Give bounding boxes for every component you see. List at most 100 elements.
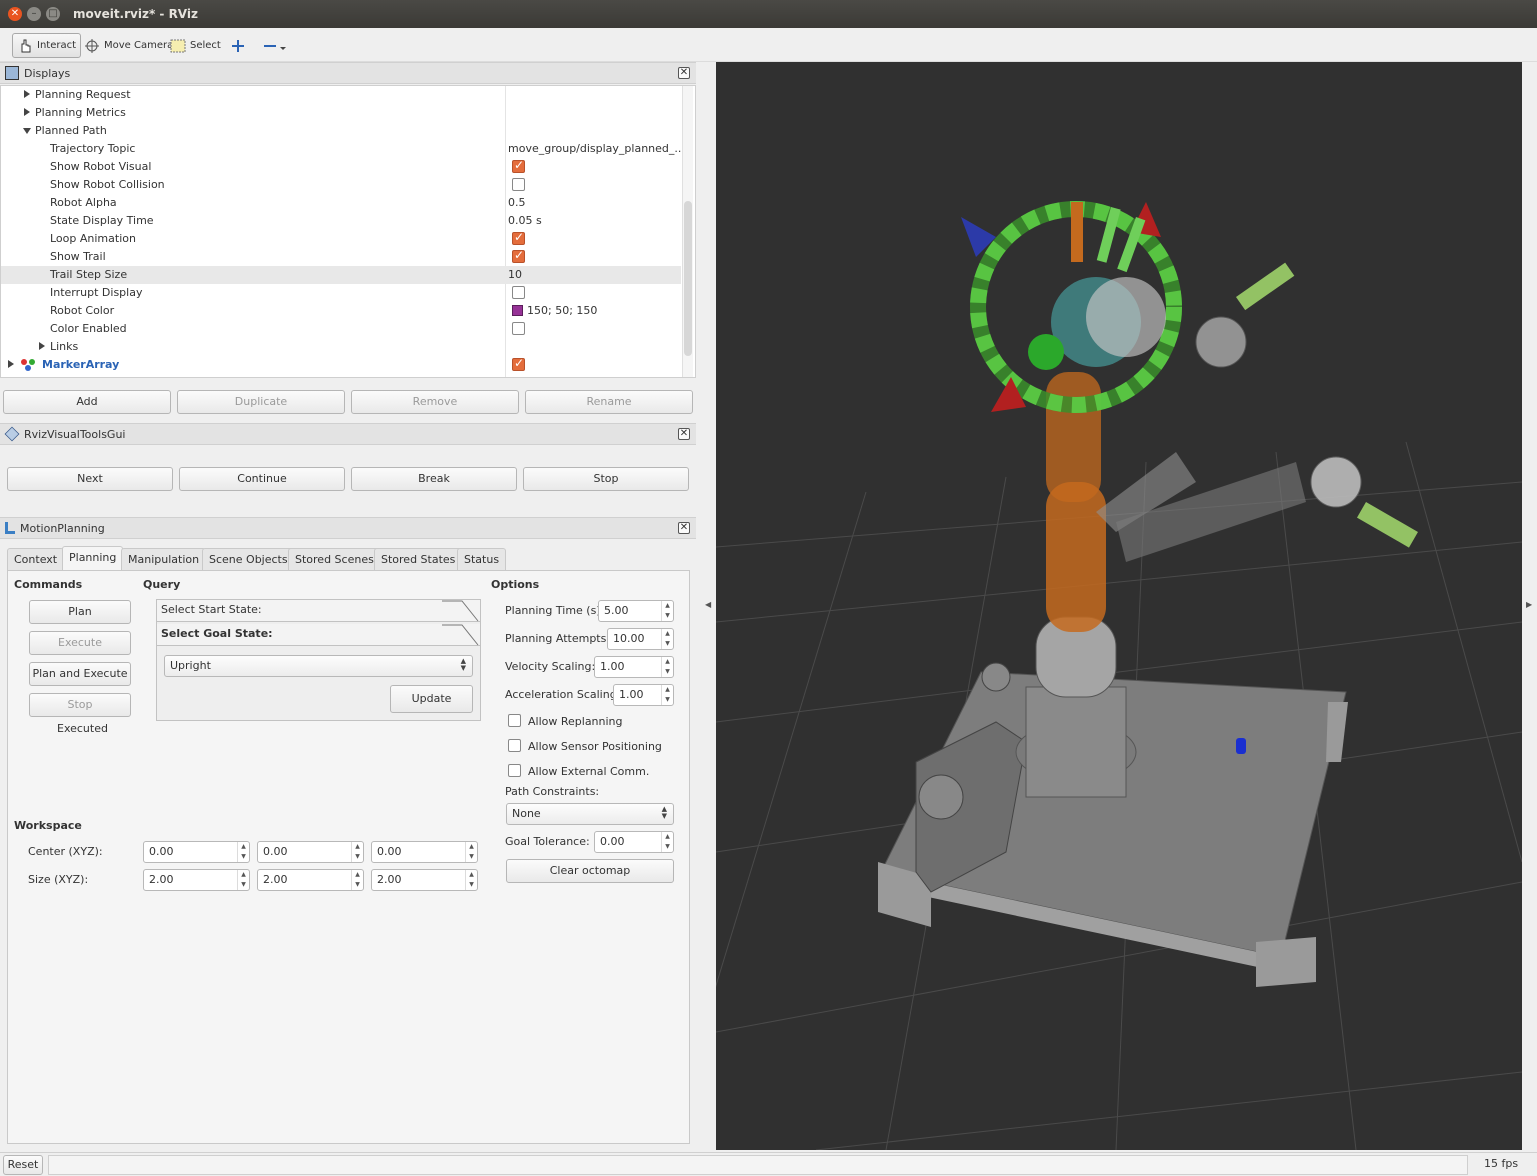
maximize-window-icon[interactable]: □ — [46, 7, 60, 21]
spin-arrows-icon[interactable]: ▲ ▼ — [661, 601, 673, 621]
color-swatch[interactable] — [512, 305, 523, 316]
goal-state-select[interactable]: Upright ▲ ▼ — [164, 655, 473, 677]
start-state-section[interactable]: Select Start State: — [157, 600, 480, 622]
interrupt-display-checkbox[interactable] — [512, 286, 525, 299]
center-x-spinbox[interactable]: 0.00 ▲ ▼ — [143, 841, 250, 863]
tab-scene-objects[interactable]: Scene Objects — [202, 548, 295, 570]
allow-sensor-positioning-checkbox[interactable] — [508, 739, 521, 752]
loop-animation-checkbox[interactable] — [512, 230, 525, 245]
tree-row-trajectory-topic[interactable]: Trajectory Topic move_group/display_plan… — [1, 140, 685, 158]
tree-row-planning-metrics[interactable]: Planning Metrics — [1, 104, 681, 122]
spin-arrows-icon[interactable]: ▲ ▼ — [661, 685, 673, 705]
tree-row-robot-alpha[interactable]: Robot Alpha 0.5 — [1, 194, 681, 212]
trail-step-size-value[interactable]: 10 — [508, 268, 522, 281]
tree-row-robot-color[interactable]: Robot Color 150; 50; 150 — [1, 302, 681, 320]
expand-arrow-icon[interactable] — [24, 90, 30, 98]
center-y-spinbox[interactable]: 0.00 ▲ ▼ — [257, 841, 364, 863]
reset-button[interactable]: Reset — [3, 1155, 43, 1175]
expand-arrow-icon[interactable] — [24, 108, 30, 116]
scrollbar-thumb[interactable] — [684, 201, 692, 356]
spin-arrows-icon[interactable]: ▲ ▼ — [465, 870, 477, 890]
stop-rvt-button[interactable]: Stop — [523, 467, 689, 491]
stop-button[interactable]: Stop — [29, 693, 131, 717]
add-display-button[interactable]: Add — [3, 390, 171, 414]
close-icon[interactable]: ✕ — [678, 522, 690, 534]
remove-display-button[interactable]: Remove — [351, 390, 519, 414]
spin-arrows-icon[interactable]: ▲ ▼ — [661, 629, 673, 649]
move-camera-tool-button[interactable]: Move Camera — [80, 33, 177, 58]
trajectory-topic-value[interactable]: move_group/display_planned_... — [508, 142, 685, 155]
show-robot-collision-checkbox[interactable] — [512, 178, 525, 191]
spin-arrows-icon[interactable]: ▲ ▼ — [351, 870, 363, 890]
tab-stored-scenes[interactable]: Stored Scenes — [288, 548, 381, 570]
goal-tolerance-spinbox[interactable]: 0.00 ▲ ▼ — [594, 831, 674, 853]
tab-planning[interactable]: Planning — [62, 546, 124, 571]
close-window-icon[interactable]: ✕ — [8, 7, 22, 21]
center-z-spinbox[interactable]: 0.00 ▲ ▼ — [371, 841, 478, 863]
color-enabled-checkbox[interactable] — [512, 322, 525, 335]
size-z-spinbox[interactable]: 2.00 ▲ ▼ — [371, 869, 478, 891]
minimize-window-icon[interactable]: – — [27, 7, 41, 21]
size-y-spinbox[interactable]: 2.00 ▲ ▼ — [257, 869, 364, 891]
tree-row-color-enabled[interactable]: Color Enabled — [1, 320, 681, 338]
tab-status[interactable]: Status — [457, 548, 507, 570]
clear-octomap-button[interactable]: Clear octomap — [506, 859, 674, 883]
remove-tool-button[interactable] — [258, 33, 294, 58]
size-x-spinbox[interactable]: 2.00 ▲ ▼ — [143, 869, 250, 891]
allow-external-comm-checkbox[interactable] — [508, 764, 521, 777]
plan-button[interactable]: Plan — [29, 600, 131, 624]
allow-replanning-checkbox[interactable] — [508, 714, 521, 727]
expand-arrow-icon[interactable] — [39, 342, 45, 350]
expand-arrow-icon[interactable] — [8, 360, 14, 368]
collapse-arrow-icon[interactable] — [23, 128, 31, 134]
state-display-time-value[interactable]: 0.05 s — [508, 214, 542, 227]
tree-row-show-robot-visual[interactable]: Show Robot Visual — [1, 158, 681, 176]
goal-state-section[interactable]: Select Goal State: — [157, 624, 480, 646]
tree-row-links[interactable]: Links — [1, 338, 681, 356]
spin-arrows-icon[interactable]: ▲ ▼ — [465, 842, 477, 862]
collapse-right-dock-icon[interactable]: ▶ — [1526, 600, 1532, 609]
close-icon[interactable]: ✕ — [678, 428, 690, 440]
duplicate-display-button[interactable]: Duplicate — [177, 390, 345, 414]
path-constraints-select[interactable]: None ▲ ▼ — [506, 803, 674, 825]
continue-button[interactable]: Continue — [179, 467, 345, 491]
break-button[interactable]: Break — [351, 467, 517, 491]
close-icon[interactable]: ✕ — [678, 67, 690, 79]
render-viewport[interactable] — [716, 62, 1522, 1150]
tree-row-show-robot-collision[interactable]: Show Robot Collision — [1, 176, 681, 194]
robot-alpha-value[interactable]: 0.5 — [508, 196, 526, 209]
marker-array-checkbox[interactable] — [512, 356, 525, 371]
tree-row-state-display-time[interactable]: State Display Time 0.05 s — [1, 212, 681, 230]
spin-arrows-icon[interactable]: ▲ ▼ — [661, 657, 673, 677]
tab-stored-states[interactable]: Stored States — [374, 548, 463, 570]
show-trail-checkbox[interactable] — [512, 248, 525, 263]
tab-context[interactable]: Context — [7, 548, 65, 570]
update-button[interactable]: Update — [390, 685, 473, 713]
tree-row-show-trail[interactable]: Show Trail — [1, 248, 681, 266]
planning-time-spinbox[interactable]: 5.00 ▲ ▼ — [598, 600, 674, 622]
spin-arrows-icon[interactable]: ▲ ▼ — [237, 842, 249, 862]
tree-row-planning-request[interactable]: Planning Request — [1, 86, 681, 104]
tab-manipulation[interactable]: Manipulation — [121, 548, 207, 570]
velocity-scaling-spinbox[interactable]: 1.00 ▲ ▼ — [594, 656, 674, 678]
spin-arrows-icon[interactable]: ▲ ▼ — [351, 842, 363, 862]
execute-button[interactable]: Execute — [29, 631, 131, 655]
select-tool-button[interactable]: Select — [166, 33, 225, 58]
plan-and-execute-button[interactable]: Plan and Execute — [29, 662, 131, 686]
planning-attempts-spinbox[interactable]: 10.00 ▲ ▼ — [607, 628, 674, 650]
rename-display-button[interactable]: Rename — [525, 390, 693, 414]
tree-row-marker-array[interactable]: MarkerArray — [1, 356, 681, 374]
scene-render[interactable] — [716, 62, 1522, 1150]
tree-scrollbar[interactable] — [682, 86, 693, 377]
tree-row-interrupt-display[interactable]: Interrupt Display — [1, 284, 681, 302]
tree-row-trail-step-size[interactable]: Trail Step Size 10 — [1, 266, 681, 284]
show-robot-visual-checkbox[interactable] — [512, 158, 525, 173]
robot-color-value[interactable]: 150; 50; 150 — [527, 304, 597, 317]
add-tool-button[interactable] — [226, 33, 250, 58]
interact-tool-button[interactable]: Interact — [12, 33, 82, 58]
spin-arrows-icon[interactable]: ▲ ▼ — [661, 832, 673, 852]
tree-row-planned-path[interactable]: Planned Path — [1, 122, 681, 140]
tree-row-loop-animation[interactable]: Loop Animation — [1, 230, 681, 248]
next-button[interactable]: Next — [7, 467, 173, 491]
collapse-left-dock-icon[interactable]: ◀ — [705, 600, 711, 609]
